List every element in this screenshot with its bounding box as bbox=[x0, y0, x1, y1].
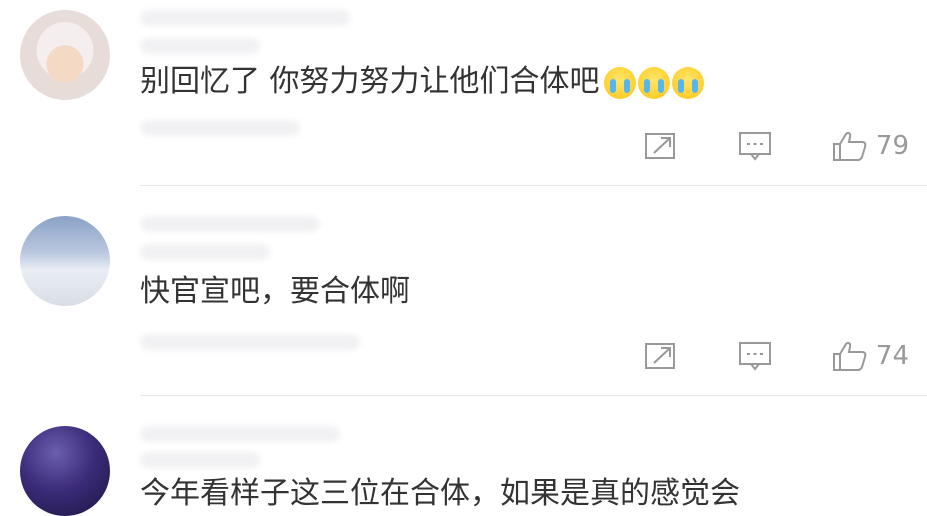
crying-face-icon bbox=[637, 66, 670, 99]
comment-text-content: 今年看样子这三位在合体，如果是真的感觉会 bbox=[140, 476, 740, 511]
comment-item: 别回忆了 你努力努力让他们合体吧 79 bbox=[0, 0, 927, 186]
share-icon bbox=[644, 133, 675, 159]
comment-text: 今年看样子这三位在合体，如果是真的感觉会 bbox=[140, 474, 740, 514]
like-button[interactable]: 79 bbox=[832, 130, 909, 162]
crying-face-icon bbox=[603, 66, 636, 99]
username-blurred bbox=[140, 10, 350, 26]
avatar[interactable] bbox=[20, 216, 110, 306]
comment-text: 别回忆了 你努力努力让他们合体吧 bbox=[140, 62, 704, 102]
comment-icon bbox=[738, 132, 771, 161]
comment-actions: 74 bbox=[644, 336, 909, 376]
emoji-group bbox=[603, 66, 704, 99]
like-count: 79 bbox=[875, 131, 909, 161]
reply-preview-blurred bbox=[140, 120, 300, 136]
crying-face-icon bbox=[671, 66, 704, 99]
thumbs-up-icon bbox=[832, 132, 867, 161]
comment-button[interactable] bbox=[738, 130, 772, 162]
avatar[interactable] bbox=[20, 10, 110, 100]
comment-text-content: 别回忆了 你努力努力让他们合体吧 bbox=[140, 64, 600, 99]
username-blurred bbox=[140, 426, 340, 442]
comment-text: 快官宣吧，要合体啊 bbox=[140, 272, 410, 312]
share-button[interactable] bbox=[644, 131, 678, 161]
like-button[interactable]: 74 bbox=[832, 340, 909, 372]
username-blurred bbox=[140, 216, 320, 232]
thumbs-up-icon bbox=[832, 342, 867, 371]
comment-actions: 79 bbox=[644, 126, 909, 166]
comment-item: 今年看样子这三位在合体，如果是真的感觉会 bbox=[0, 396, 927, 516]
comment-button[interactable] bbox=[738, 340, 772, 372]
share-icon bbox=[644, 343, 675, 369]
share-button[interactable] bbox=[644, 341, 678, 371]
timestamp-blurred bbox=[140, 244, 270, 260]
timestamp-blurred bbox=[140, 452, 260, 468]
comment-item: 快官宣吧，要合体啊 74 bbox=[0, 186, 927, 396]
avatar[interactable] bbox=[20, 426, 110, 516]
comment-icon bbox=[738, 342, 771, 371]
reply-preview-blurred bbox=[140, 334, 360, 350]
comment-text-content: 快官宣吧，要合体啊 bbox=[140, 274, 410, 309]
like-count: 74 bbox=[875, 341, 909, 371]
timestamp-blurred bbox=[140, 38, 260, 54]
